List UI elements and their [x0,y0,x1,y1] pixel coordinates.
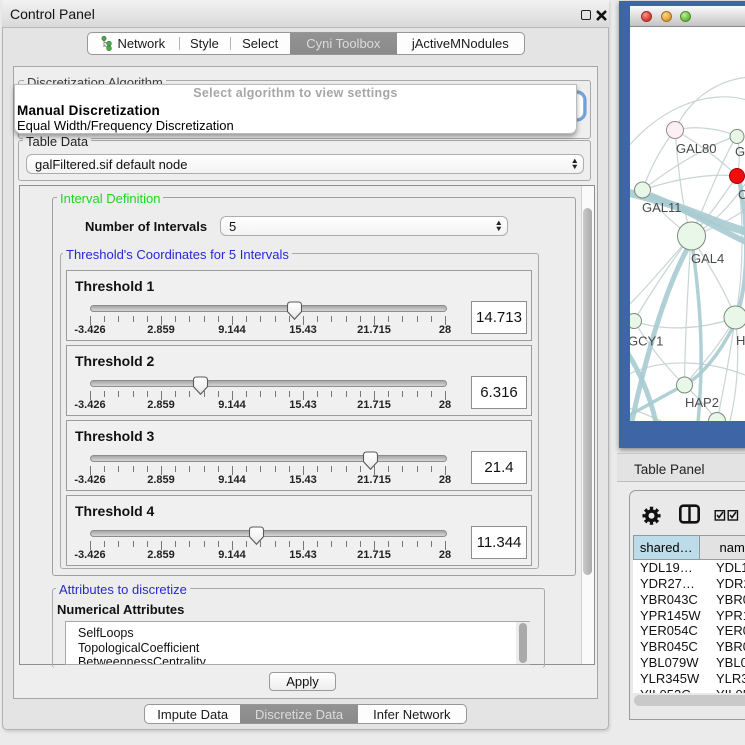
svg-text:GAL11: GAL11 [642,200,682,215]
svg-text:GCY1: GCY1 [630,334,663,349]
svg-text:C: C [738,187,745,202]
svg-text:GAL80: GAL80 [676,141,716,156]
svg-text:HAP2: HAP2 [685,395,719,410]
svg-text:H: H [736,333,745,348]
svg-text:GAL4: GAL4 [691,251,724,266]
svg-text:G.: G. [735,144,745,159]
